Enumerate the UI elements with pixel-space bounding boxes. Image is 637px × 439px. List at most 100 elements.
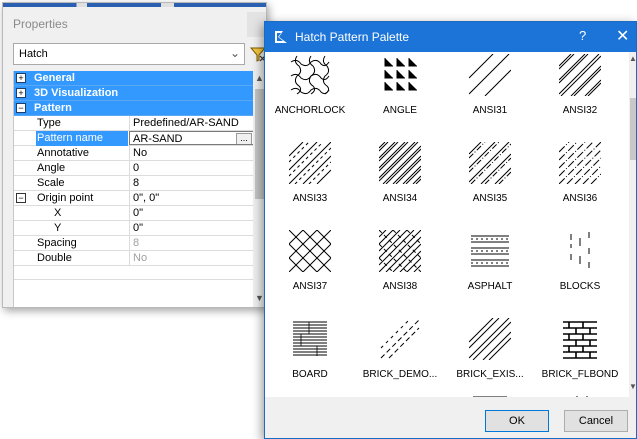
property-value[interactable]: 0", 0": [129, 191, 254, 205]
pattern-label: ASPHALT: [467, 281, 513, 292]
pattern-label: ANCHORLOCK: [274, 105, 346, 116]
category-general[interactable]: + General: [14, 71, 254, 86]
property-row-spacing[interactable]: Spacing 8: [14, 236, 254, 251]
category-label: General: [34, 72, 75, 84]
pattern-tile-angle[interactable]: ANGLE: [355, 52, 445, 140]
property-value: AR-SAND: [133, 133, 183, 145]
property-value[interactable]: 0: [129, 161, 254, 175]
pattern-label: BRICK_FLBOND: [541, 369, 619, 380]
ribbon-strip: [3, 3, 266, 7]
property-value: 8: [129, 236, 254, 250]
collapse-icon[interactable]: −: [16, 193, 26, 203]
pattern-preview: [290, 55, 330, 95]
dialog-titlebar[interactable]: Hatch Pattern Palette ? ✕: [265, 22, 636, 52]
pattern-label: ANSI32: [562, 105, 598, 116]
pattern-tile-partial[interactable]: [355, 392, 445, 397]
pattern-preview: [576, 396, 588, 397]
pattern-preview: [469, 318, 511, 360]
property-row-origin-y[interactable]: Y 0": [14, 221, 254, 236]
pattern-label: BRICK_EXIS...: [456, 369, 524, 380]
property-row-double[interactable]: Double No: [14, 251, 254, 266]
pattern-preview: [379, 394, 421, 397]
hatch-pattern-palette-dialog: Hatch Pattern Palette ? ✕ ANCHORLOCK ANG…: [264, 21, 637, 439]
browse-pattern-button[interactable]: ...: [236, 133, 252, 144]
object-type-select[interactable]: Hatch ⌄: [13, 43, 245, 65]
pattern-tile-ansi31[interactable]: ANSI31: [445, 52, 535, 140]
pattern-tile-asphalt[interactable]: ASPHALT: [445, 228, 535, 316]
category-3d-visualization[interactable]: + 3D Visualization: [14, 86, 254, 101]
property-row-angle[interactable]: Angle 0: [14, 161, 254, 176]
pattern-tile-ansi37[interactable]: ANSI37: [265, 228, 355, 316]
property-row-cut-off[interactable]: [14, 266, 254, 280]
pattern-preview: [379, 142, 421, 184]
pattern-preview: [293, 321, 327, 356]
pattern-label: ANSI34: [382, 193, 418, 204]
pattern-name-field[interactable]: AR-SAND ...: [129, 131, 254, 145]
property-name: Double: [37, 252, 72, 264]
pattern-preview: [469, 142, 511, 184]
pattern-tile-ansi33[interactable]: ANSI33: [265, 140, 355, 228]
scroll-up-icon[interactable]: ▲: [255, 73, 264, 83]
pattern-label: ANSI37: [292, 281, 328, 292]
pattern-preview: [559, 142, 601, 184]
expand-icon[interactable]: +: [16, 73, 26, 83]
pattern-tile-board[interactable]: BOARD: [265, 316, 355, 397]
pattern-preview: [563, 321, 597, 359]
pattern-tile-brick-exis[interactable]: BRICK_EXIS...: [445, 316, 535, 397]
property-row-type[interactable]: Type Predefined/AR-SAND: [14, 116, 254, 131]
pattern-tile-ansi38[interactable]: ANSI38: [355, 228, 445, 316]
pattern-label: ANGLE: [383, 105, 417, 116]
close-icon[interactable]: ✕: [616, 26, 629, 46]
property-value[interactable]: No: [129, 146, 254, 160]
pattern-tile-partial[interactable]: [265, 392, 355, 397]
property-name: Scale: [37, 177, 65, 189]
pattern-tile-partial[interactable]: [535, 392, 625, 397]
pattern-tile-partial[interactable]: [445, 392, 535, 397]
dialog-title: Hatch Pattern Palette: [295, 30, 410, 44]
pattern-tile-ansi36[interactable]: ANSI36: [535, 140, 625, 228]
property-row-origin-x[interactable]: X 0": [14, 206, 254, 221]
pattern-tile-brick-flbond[interactable]: BRICK_FLBOND: [535, 316, 625, 397]
pattern-preview: [289, 142, 331, 184]
scrollbar-thumb[interactable]: [630, 98, 636, 160]
pattern-tile-ansi35[interactable]: ANSI35: [445, 140, 535, 228]
property-value[interactable]: Predefined/AR-SAND: [129, 116, 254, 130]
property-row-pattern-name[interactable]: Pattern name AR-SAND ...: [14, 131, 254, 146]
property-row-annotative[interactable]: Annotative No: [14, 146, 254, 161]
scroll-down-icon[interactable]: ▼: [629, 382, 636, 391]
pattern-tile-ansi34[interactable]: ANSI34: [355, 140, 445, 228]
pattern-preview: [289, 230, 331, 272]
property-grid: + General + 3D Visualization − Pattern T…: [13, 71, 254, 307]
pattern-preview: [570, 232, 590, 268]
help-icon[interactable]: ?: [579, 28, 586, 43]
properties-panel: Properties Hatch ⌄ + General + 3D Visual…: [2, 2, 267, 308]
gallery-scrollbar[interactable]: ▲ ▼: [629, 52, 636, 397]
pattern-tile-brick-demo[interactable]: BRICK_DEMO...: [355, 316, 445, 397]
property-name: Spacing: [37, 237, 77, 249]
property-row-scale[interactable]: Scale 8: [14, 176, 254, 191]
property-name: Pattern name: [36, 131, 128, 146]
property-row-origin-point[interactable]: − Origin point 0", 0": [14, 191, 254, 206]
pattern-gallery: ANCHORLOCK ANGLE ANSI31 ANSI32 ANSI33 AN…: [265, 52, 636, 397]
pattern-preview: [469, 54, 511, 96]
pattern-tile-blocks[interactable]: BLOCKS: [535, 228, 625, 316]
pattern-preview: [559, 54, 601, 96]
pattern-preview: [380, 319, 420, 359]
pattern-label: ANSI38: [382, 281, 418, 292]
scroll-up-icon[interactable]: ▲: [629, 54, 636, 63]
property-value[interactable]: 0": [129, 206, 254, 220]
category-label: Pattern: [34, 102, 72, 114]
pattern-preview: [289, 394, 331, 397]
property-name: Origin point: [37, 192, 94, 204]
pattern-tile-ansi32[interactable]: ANSI32: [535, 52, 625, 140]
collapse-icon[interactable]: −: [16, 103, 26, 113]
ok-button[interactable]: OK: [485, 410, 549, 432]
category-pattern[interactable]: − Pattern: [14, 101, 254, 116]
pattern-preview: [384, 58, 417, 91]
cancel-button[interactable]: Cancel: [564, 410, 628, 432]
expand-icon[interactable]: +: [16, 88, 26, 98]
scroll-down-icon[interactable]: ▼: [255, 293, 264, 303]
property-value[interactable]: 8: [129, 176, 254, 190]
property-value[interactable]: 0": [129, 221, 254, 235]
pattern-tile-anchorlock[interactable]: ANCHORLOCK: [265, 52, 355, 140]
